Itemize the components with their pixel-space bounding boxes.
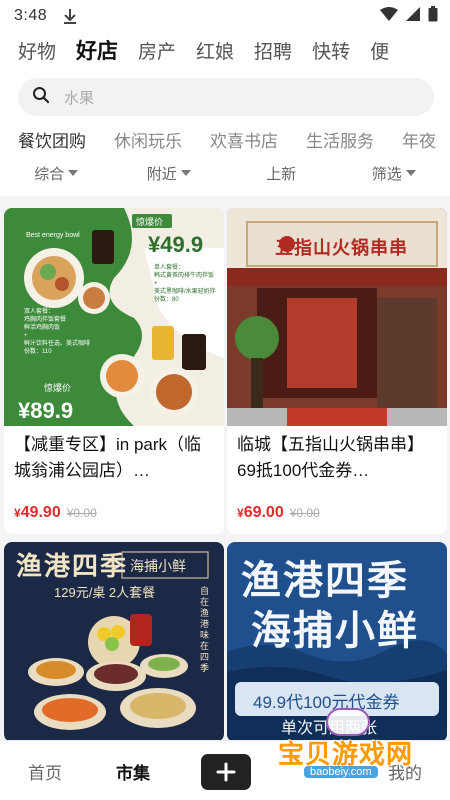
- tab-bian[interactable]: 便: [370, 37, 389, 64]
- poster-tag: 海捕小鲜: [130, 558, 186, 574]
- filter-filter[interactable]: 筛选: [338, 163, 450, 184]
- product-card[interactable]: 渔港四季 海捕小鲜 129元/桌 2人套餐 自在渔港 味在四季: [4, 542, 224, 742]
- badge-bottom: 惊爆价: [44, 383, 72, 393]
- tab-haodian[interactable]: 好店: [76, 35, 118, 65]
- subtab-xiuxian[interactable]: 休闲玩乐: [114, 127, 182, 152]
- watermark-url: baobeiy.com: [304, 766, 378, 778]
- poster-sub: 129元/桌 2人套餐: [54, 585, 156, 600]
- current-price-value: 69.00: [243, 504, 284, 521]
- filter-distance-label: 附近: [146, 165, 177, 183]
- current-price: ¥69.00: [237, 504, 284, 521]
- product-image: 五指山火锅串串: [227, 208, 447, 426]
- wifi-icon: [380, 6, 398, 26]
- desc-top: 单人套餐： 韩式黄茶肉排牛肉拌饭 + 美式黑咖啡/水果轻奶拌 份数：80: [154, 265, 216, 303]
- original-price-value: 0.00: [73, 506, 97, 520]
- subtab-nianye[interactable]: 年夜: [402, 127, 436, 152]
- original-price-value: 0.00: [296, 506, 320, 520]
- tab-haowu[interactable]: 好物: [18, 37, 56, 64]
- store-sign: 五指山火锅串串: [275, 238, 408, 258]
- status-bar: 3:48: [0, 0, 450, 32]
- original-price: ¥0.00: [289, 506, 320, 520]
- dropdown-arrow-icon: [68, 170, 79, 176]
- dropdown-arrow-icon: [180, 170, 191, 176]
- filter-bar: 综合 附近 上新 筛选: [0, 158, 450, 188]
- search-placeholder: 水果: [64, 89, 95, 107]
- product-card[interactable]: 五指山火锅串串 临城【五指山火锅串串】69抵100代金券… ¥69.00 ¥0.…: [227, 208, 447, 534]
- product-title: 临城【五指山火锅串串】69抵100代金券…: [237, 435, 424, 480]
- download-icon: [63, 8, 77, 24]
- sub-category-tabs: 餐饮团购 休闲玩乐 欢喜书店 生活服务 年夜: [0, 124, 450, 154]
- price-top: ¥49.9: [148, 232, 204, 257]
- search-icon: [32, 86, 50, 109]
- badge-top: 惊爆价: [136, 217, 164, 227]
- product-card[interactable]: 惊爆价 ¥49.9 单人套餐： 韩式黄茶肉排牛肉拌饭 + 美式黑咖啡/水果轻奶拌…: [4, 208, 224, 534]
- tab-zhaopin[interactable]: 招聘: [254, 37, 292, 64]
- filter-new[interactable]: 上新: [225, 163, 338, 184]
- subtab-canyin[interactable]: 餐饮团购: [18, 127, 86, 152]
- product-image: 渔港四季 海捕小鲜 129元/桌 2人套餐 自在渔港 味在四季: [4, 542, 224, 742]
- current-price: ¥49.90: [14, 504, 61, 521]
- corner-text: Best energy bowl: [26, 232, 80, 239]
- plus-icon: [216, 762, 236, 782]
- product-image: 惊爆价 ¥49.9 单人套餐： 韩式黄茶肉排牛肉拌饭 + 美式黑咖啡/水果轻奶拌…: [4, 208, 224, 426]
- price-bottom: ¥89.9: [18, 398, 74, 423]
- product-title: 【减重专区】in park（临城翁浦公园店）…: [14, 435, 202, 480]
- price-row: ¥49.90 ¥0.00: [4, 490, 224, 522]
- current-price-value: 49.90: [20, 504, 61, 521]
- nav-home[interactable]: 首页: [28, 759, 62, 784]
- poster-line2: 海捕小鲜: [251, 609, 419, 653]
- filter-sort[interactable]: 综合: [0, 163, 113, 184]
- gamepad-icon: [326, 708, 370, 736]
- search-input[interactable]: 水果: [18, 78, 434, 116]
- signal-icon: [406, 6, 420, 26]
- nav-market[interactable]: 市集: [116, 759, 150, 784]
- price-row: ¥69.00 ¥0.00: [227, 490, 447, 522]
- subtab-shudian[interactable]: 欢喜书店: [210, 127, 278, 152]
- subtab-shenghuo[interactable]: 生活服务: [306, 127, 374, 152]
- status-time: 3:48: [14, 7, 48, 24]
- dropdown-arrow-icon: [405, 170, 416, 176]
- desc-bottom: 双人套餐： 鸡胸肉拌饭套餐 鲜活鸡胸肉饭 + 鲜汁饮料任选、美式咖啡 份数：11…: [24, 309, 91, 355]
- poster-heading: 渔港四季: [16, 551, 129, 581]
- battery-icon: [428, 5, 438, 27]
- tab-kuaizhuan[interactable]: 快转: [312, 37, 350, 64]
- filter-filter-label: 筛选: [371, 165, 402, 183]
- poster-side: 自在渔港 味在四季: [200, 586, 210, 673]
- tab-hongniang[interactable]: 红娘: [196, 37, 234, 64]
- top-category-tabs: 好物 好店 房产 红娘 招聘 快转 便: [0, 32, 450, 68]
- filter-sort-label: 综合: [34, 165, 65, 183]
- publish-button[interactable]: [201, 754, 251, 790]
- filter-new-label: 上新: [266, 165, 297, 183]
- original-price: ¥0.00: [66, 506, 97, 520]
- filter-distance[interactable]: 附近: [113, 163, 226, 184]
- tab-fangchan[interactable]: 房产: [138, 37, 176, 64]
- watermark-logo: 宝贝游戏网 baobeiy.com: [268, 704, 428, 788]
